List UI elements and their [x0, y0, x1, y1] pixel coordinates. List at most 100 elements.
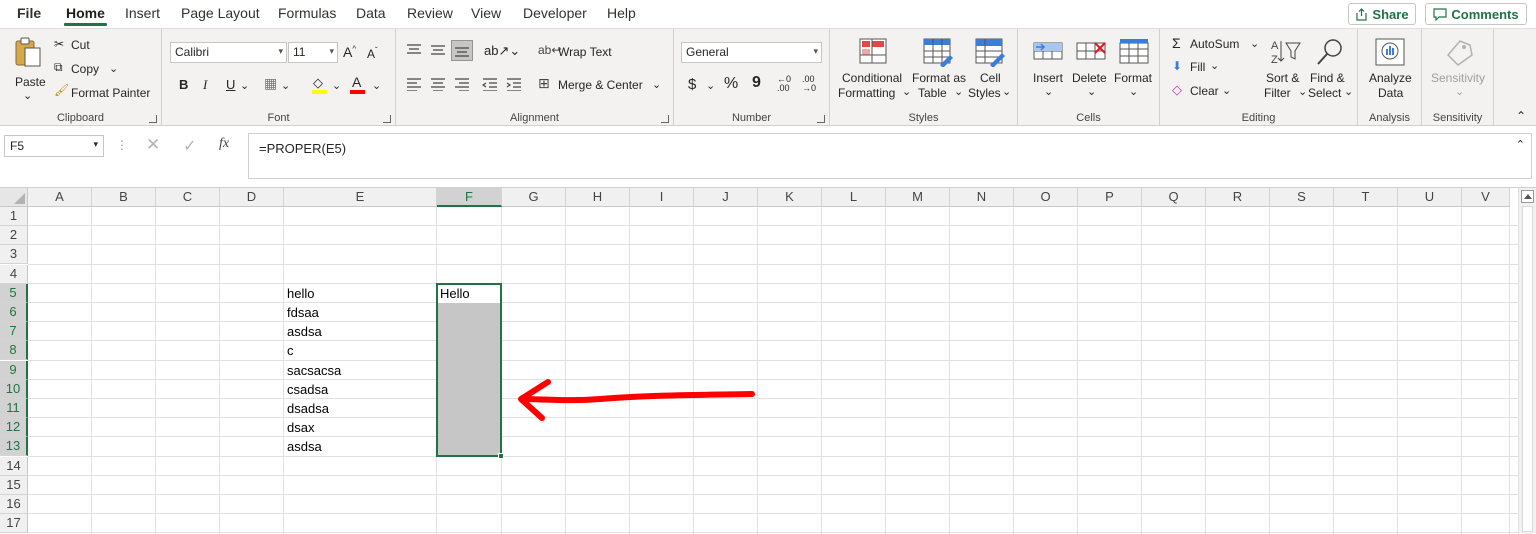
- row-header[interactable]: 3: [0, 245, 28, 265]
- format-as-table-button[interactable]: Format as Table ⌄: [910, 33, 968, 103]
- tab-developer[interactable]: Developer: [523, 5, 587, 21]
- formula-input[interactable]: =PROPER(E5) ⌃: [248, 133, 1532, 179]
- bold-button[interactable]: B: [179, 77, 188, 92]
- cell-e7[interactable]: asdsa: [284, 322, 437, 341]
- dialog-launcher-icon[interactable]: [149, 115, 157, 123]
- format-painter-button[interactable]: 🖌 Format Painter: [54, 83, 154, 101]
- name-box[interactable]: F5 ▾: [4, 135, 104, 157]
- insert-function-icon[interactable]: fx: [219, 136, 229, 152]
- chevron-down-icon[interactable]: ⌄: [281, 79, 290, 92]
- tab-help[interactable]: Help: [607, 5, 636, 21]
- cut-button[interactable]: ✂ Cut: [54, 37, 94, 55]
- expand-formula-bar-icon[interactable]: ⌃: [1516, 138, 1525, 151]
- row-header[interactable]: 2: [0, 226, 28, 246]
- decrease-decimal-icon[interactable]: .00 →0: [802, 75, 816, 93]
- cell-e10[interactable]: csadsa: [284, 380, 437, 399]
- chevron-down-icon[interactable]: ⌄: [240, 79, 249, 92]
- fill-handle[interactable]: [498, 452, 504, 459]
- column-header[interactable]: R: [1206, 188, 1270, 207]
- cell-styles-button[interactable]: Cell Styles ⌄: [968, 33, 1014, 103]
- autosum-button[interactable]: Σ AutoSum ⌄: [1172, 35, 1262, 53]
- column-header[interactable]: P: [1078, 188, 1142, 207]
- fill-color-button[interactable]: ◇: [310, 75, 330, 95]
- fill-button[interactable]: ⬇ Fill ⌄: [1172, 59, 1232, 77]
- column-header[interactable]: N: [950, 188, 1014, 207]
- borders-icon[interactable]: ▦: [264, 75, 277, 92]
- vertical-scrollbar[interactable]: [1518, 188, 1536, 534]
- chevron-down-icon[interactable]: ⌄: [372, 79, 381, 92]
- row-header[interactable]: 11: [0, 399, 28, 418]
- decrease-font-size-icon[interactable]: Aˇ: [367, 46, 378, 61]
- clear-button[interactable]: ◇ Clear ⌄: [1172, 82, 1242, 100]
- column-header[interactable]: L: [822, 188, 886, 207]
- insert-cells-button[interactable]: Insert ⌄: [1028, 33, 1068, 103]
- align-middle-icon[interactable]: [430, 43, 446, 57]
- currency-button[interactable]: $: [688, 76, 696, 93]
- increase-decimal-icon[interactable]: ←0.00: [777, 75, 791, 93]
- tab-file[interactable]: File: [17, 5, 41, 21]
- wrap-text-button[interactable]: ab↩ Wrap Text: [538, 43, 628, 61]
- align-center-icon[interactable]: [430, 77, 446, 91]
- italic-button[interactable]: I: [203, 77, 207, 93]
- cell-e11[interactable]: dsadsa: [284, 399, 437, 418]
- percent-button[interactable]: %: [724, 75, 738, 93]
- cell-e12[interactable]: dsax: [284, 418, 437, 437]
- row-header[interactable]: 16: [0, 495, 28, 514]
- comma-style-button[interactable]: 9: [752, 74, 761, 92]
- column-header[interactable]: F: [437, 188, 502, 207]
- increase-indent-icon[interactable]: [506, 77, 522, 91]
- cell-e9[interactable]: sacsacsa: [284, 361, 437, 380]
- scrollbar-thumb[interactable]: [1522, 206, 1533, 532]
- align-bottom-icon[interactable]: [454, 43, 470, 57]
- column-header[interactable]: T: [1334, 188, 1398, 207]
- column-header[interactable]: J: [694, 188, 758, 207]
- column-header[interactable]: H: [566, 188, 630, 207]
- comments-button[interactable]: Comments: [1425, 3, 1527, 25]
- chevron-down-icon[interactable]: ⌄: [706, 79, 715, 92]
- row-header[interactable]: 17: [0, 514, 28, 534]
- chevron-down-icon[interactable]: ⌄: [332, 79, 341, 92]
- font-color-button[interactable]: A: [348, 74, 368, 94]
- row-header[interactable]: 4: [0, 264, 28, 284]
- column-header[interactable]: I: [630, 188, 694, 207]
- column-header[interactable]: B: [92, 188, 156, 207]
- number-format-select[interactable]: General ▾: [681, 42, 822, 63]
- row-header[interactable]: 6: [0, 303, 28, 322]
- row-header[interactable]: 7: [0, 322, 28, 342]
- column-header[interactable]: A: [28, 188, 92, 207]
- cancel-icon[interactable]: ✕: [146, 135, 160, 155]
- dialog-launcher-icon[interactable]: [817, 115, 825, 123]
- column-header[interactable]: S: [1270, 188, 1334, 207]
- scroll-up-icon[interactable]: [1521, 190, 1534, 203]
- merge-center-button[interactable]: ⊞ Merge & Center ⌄: [538, 75, 668, 94]
- tab-insert[interactable]: Insert: [125, 5, 160, 21]
- tab-home[interactable]: Home: [64, 5, 107, 26]
- row-header[interactable]: 13: [0, 437, 28, 457]
- format-cells-button[interactable]: Format ⌄: [1112, 33, 1156, 103]
- align-right-icon[interactable]: [454, 77, 470, 91]
- tab-view[interactable]: View: [471, 5, 501, 21]
- font-name-select[interactable]: Calibri ▾: [170, 42, 287, 63]
- select-all-button[interactable]: [0, 188, 28, 207]
- column-header[interactable]: C: [156, 188, 220, 207]
- dialog-launcher-icon[interactable]: [661, 115, 669, 123]
- cell-e5[interactable]: hello: [284, 284, 437, 303]
- row-header[interactable]: 1: [0, 207, 28, 226]
- align-top-icon[interactable]: [406, 43, 422, 57]
- column-header[interactable]: Q: [1142, 188, 1206, 207]
- analyze-data-button[interactable]: Analyze Data: [1364, 33, 1416, 103]
- cell-e8[interactable]: c: [284, 341, 437, 360]
- tab-data[interactable]: Data: [356, 5, 386, 21]
- tab-page-layout[interactable]: Page Layout: [181, 5, 260, 21]
- align-left-icon[interactable]: [406, 77, 422, 91]
- column-header[interactable]: V: [1462, 188, 1510, 207]
- enter-icon[interactable]: ✓: [183, 136, 196, 156]
- column-header[interactable]: D: [220, 188, 284, 207]
- column-header[interactable]: M: [886, 188, 950, 207]
- column-header[interactable]: K: [758, 188, 822, 207]
- row-header[interactable]: 15: [0, 475, 28, 495]
- sort-filter-button[interactable]: AZ Sort & Filter ⌄: [1264, 33, 1308, 103]
- font-size-select[interactable]: 11 ▾: [288, 42, 338, 63]
- row-header[interactable]: 14: [0, 456, 28, 476]
- sensitivity-button[interactable]: Sensitivity ⌄: [1426, 33, 1490, 103]
